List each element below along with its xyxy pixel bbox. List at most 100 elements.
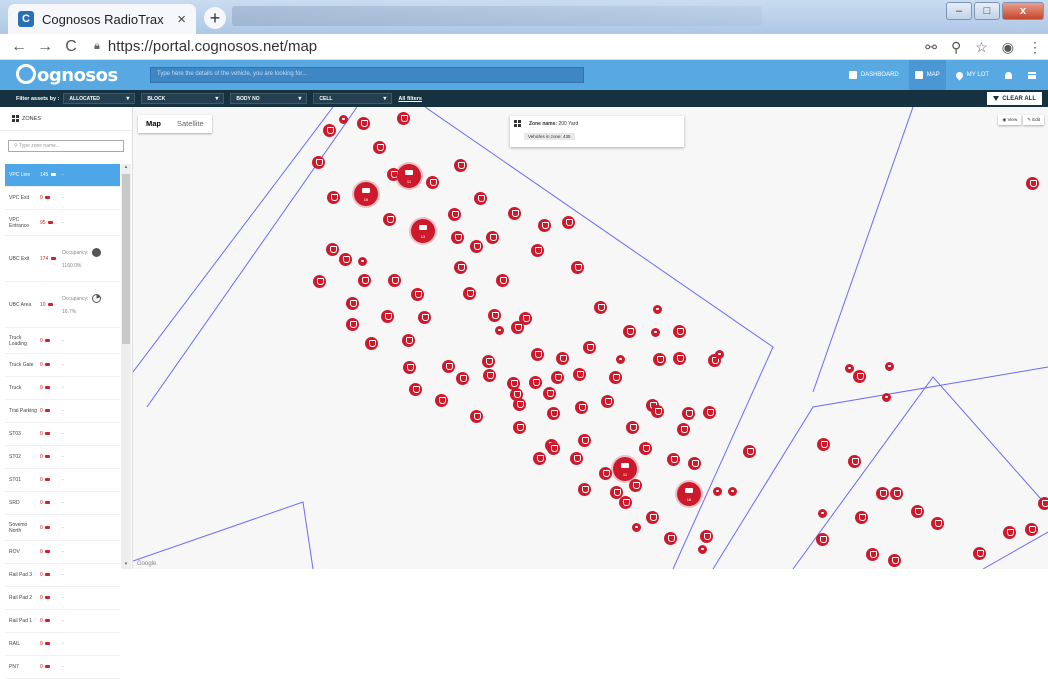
vehicle-marker[interactable]	[486, 231, 499, 244]
vehicle-marker[interactable]	[651, 405, 664, 418]
zone-row[interactable]: SRD 0 -	[5, 492, 120, 515]
view-button[interactable]: ◉ View	[998, 115, 1022, 125]
vehicle-marker[interactable]	[488, 309, 501, 322]
vehicle-marker[interactable]	[403, 361, 416, 374]
vehicle-marker[interactable]	[817, 438, 830, 451]
vehicle-marker[interactable]	[848, 455, 861, 468]
zone-row[interactable]: Truck 0 -	[5, 377, 120, 400]
vehicle-marker[interactable]	[326, 243, 339, 256]
vehicle-marker[interactable]	[594, 301, 607, 314]
vehicle-marker[interactable]	[698, 545, 707, 554]
vehicle-cluster-marker[interactable]: 16	[677, 482, 701, 506]
vehicle-marker[interactable]	[700, 530, 713, 543]
zone-row[interactable]: Rail Pad 3 0 -	[5, 564, 120, 587]
vehicle-marker[interactable]	[713, 487, 722, 496]
vehicle-marker[interactable]	[474, 192, 487, 205]
zone-row[interactable]: PN7 0 -	[5, 656, 120, 679]
vehicle-marker[interactable]	[312, 156, 325, 169]
edit-button[interactable]: ✎ Edit	[1023, 115, 1044, 125]
vehicle-marker[interactable]	[409, 383, 422, 396]
vehicle-marker[interactable]	[876, 487, 889, 500]
vehicle-marker[interactable]	[339, 253, 352, 266]
zone-row[interactable]: ST01 0 -	[5, 469, 120, 492]
vehicle-marker[interactable]	[323, 124, 336, 137]
body-no-dropdown[interactable]: BODY NO ▾	[230, 93, 308, 104]
vehicle-marker[interactable]	[397, 112, 410, 125]
zone-row[interactable]: UBC Area 10 Occupancy: 16.7%	[5, 282, 120, 328]
vehicle-marker[interactable]	[885, 362, 894, 371]
vehicle-marker[interactable]	[483, 369, 496, 382]
vehicle-marker[interactable]	[601, 395, 614, 408]
clear-all-button[interactable]: CLEAR ALL	[987, 92, 1042, 105]
zone-row[interactable]: Truck Loading 0 -	[5, 328, 120, 354]
vehicle-marker[interactable]	[402, 334, 415, 347]
satellite-view-button[interactable]: Satellite	[169, 115, 212, 133]
vehicle-marker[interactable]	[533, 452, 546, 465]
vehicle-marker[interactable]	[882, 393, 891, 402]
vehicle-marker[interactable]	[818, 509, 827, 518]
vehicle-marker[interactable]	[890, 487, 903, 500]
vehicle-marker[interactable]	[511, 321, 524, 334]
vehicle-marker[interactable]	[626, 421, 639, 434]
vehicle-marker[interactable]	[358, 257, 367, 266]
vehicle-marker[interactable]	[313, 275, 326, 288]
url-field[interactable]: 🔒︎ https://portal.cognosos.net/map	[94, 38, 317, 55]
vehicle-marker[interactable]	[327, 191, 340, 204]
zone-row[interactable]: Rail Pad 1 0 -	[5, 610, 120, 633]
vehicle-marker[interactable]	[418, 311, 431, 324]
vehicle-marker[interactable]	[531, 244, 544, 257]
forward-button[interactable]: →	[32, 38, 58, 56]
vehicle-marker[interactable]	[381, 310, 394, 323]
vehicle-marker[interactable]	[653, 353, 666, 366]
vehicle-marker[interactable]	[538, 219, 551, 232]
vehicle-marker[interactable]	[703, 406, 716, 419]
zones-header[interactable]: ZONES	[0, 107, 132, 131]
hamburger-menu-button[interactable]	[1022, 60, 1042, 90]
vehicle-marker[interactable]	[463, 287, 476, 300]
zone-row[interactable]: Truck Gate 0 -	[5, 354, 120, 377]
tab-close-icon[interactable]: ×	[177, 11, 186, 28]
vehicle-marker[interactable]	[451, 231, 464, 244]
vehicle-marker[interactable]	[442, 360, 455, 373]
close-window-button[interactable]: x	[1002, 2, 1044, 20]
zone-row[interactable]: Sovemo North 0 -	[5, 515, 120, 541]
vehicle-marker[interactable]	[388, 274, 401, 287]
menu-dots-icon[interactable]: ⋮	[1028, 39, 1042, 56]
vehicle-marker[interactable]	[495, 326, 504, 335]
vehicle-marker[interactable]	[454, 261, 467, 274]
vehicle-marker[interactable]	[1038, 497, 1048, 510]
account-icon[interactable]: ◉	[1002, 39, 1014, 56]
notifications-button[interactable]	[999, 60, 1018, 90]
zone-row[interactable]: Rail Pad 2 0 -	[5, 587, 120, 610]
vehicle-marker[interactable]	[583, 341, 596, 354]
vehicle-marker[interactable]	[346, 297, 359, 310]
vehicle-marker[interactable]	[562, 216, 575, 229]
vehicle-marker[interactable]	[358, 274, 371, 287]
vehicle-marker[interactable]	[454, 159, 467, 172]
block-dropdown[interactable]: BLOCK ▾	[141, 93, 225, 104]
nav-my-lot[interactable]: MY LOT	[950, 60, 995, 90]
vehicle-marker[interactable]	[575, 401, 588, 414]
zone-row[interactable]: VPC Exit 0 -	[5, 187, 120, 210]
vehicle-marker[interactable]	[973, 547, 986, 560]
vehicle-marker[interactable]	[470, 240, 483, 253]
vehicle-marker[interactable]	[373, 141, 386, 154]
vehicle-marker[interactable]	[931, 517, 944, 530]
star-icon[interactable]: ☆	[975, 39, 988, 56]
vehicle-marker[interactable]	[623, 325, 636, 338]
vehicle-marker[interactable]	[573, 368, 586, 381]
vehicle-marker[interactable]	[551, 371, 564, 384]
vehicle-marker[interactable]	[616, 355, 625, 364]
all-filters-link[interactable]: All filters	[398, 96, 422, 102]
vehicle-cluster-marker[interactable]: 13	[411, 219, 435, 243]
vehicle-marker[interactable]	[578, 434, 591, 447]
vehicle-marker[interactable]	[673, 352, 686, 365]
vehicle-marker[interactable]	[845, 364, 854, 373]
vehicle-marker[interactable]	[653, 305, 662, 314]
browser-tab[interactable]: C Cognosos RadioTrax ×	[8, 4, 196, 34]
vehicle-marker[interactable]	[470, 410, 483, 423]
vehicle-cluster-marker[interactable]: 11	[397, 164, 421, 188]
key-icon[interactable]: ⚯	[925, 39, 937, 56]
vehicle-marker[interactable]	[743, 445, 756, 458]
vehicle-marker[interactable]	[688, 457, 701, 470]
